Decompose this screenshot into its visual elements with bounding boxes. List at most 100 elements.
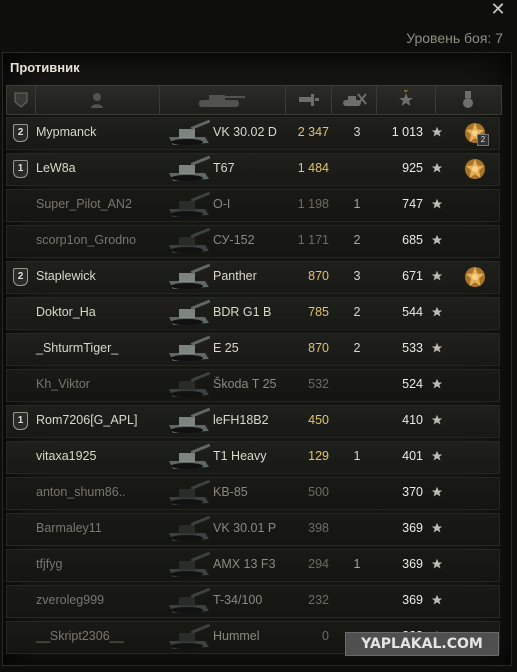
xp-value: 747 [402,197,423,211]
vehicle-icon [169,119,211,145]
vehicle-name: AMX 13 F3 [213,557,276,571]
battle-level-label: Уровень боя: 7 [406,30,503,46]
vehicle-name: Škoda T 25 [213,377,277,391]
damage-value: 2 347 [297,125,329,139]
damage-value: 294 [308,557,329,571]
vehicle-name: T-34/100 [213,593,263,607]
vehicle-name: VK 30.02 D [213,125,277,139]
damage-icon [298,94,319,106]
xp-star-icon [431,234,443,245]
player-name: __Skript2306__ [36,629,124,643]
xp-column-header[interactable]: ⌄ [377,84,436,114]
xp-star-icon [431,162,443,173]
damage-value: 0 [322,629,329,643]
table-row[interactable]: anton_shum86.. KB-85 500 370 [6,477,500,510]
tank-icon [199,95,246,107]
table-row[interactable]: tfjfyg AMX 13 F3 294 1 369 [6,549,500,582]
player-column-header[interactable] [36,86,160,114]
xp-value: 925 [402,161,423,175]
damage-value: 870 [308,341,329,355]
xp-star-icon [431,378,443,389]
kills-value: 3 [353,269,361,283]
player-name: Doktor_Ha [36,305,96,319]
platoon-icon [14,92,28,108]
damage-value: 500 [308,485,329,499]
kills-value: 1 [353,197,361,211]
damage-value: 1 171 [297,233,329,247]
medal-column-header[interactable] [436,86,501,114]
vehicle-icon [169,443,211,469]
table-row[interactable]: Barmaley11 VK 30.01 P 398 369 [6,513,500,546]
table-header: ⌄ [6,84,502,115]
platoon-column-header[interactable] [7,86,36,114]
table-row[interactable]: _ShturmTiger_ E 25 870 2 533 [6,333,500,366]
table-row[interactable]: 1 Rom7206[G_APL] leFH18B2 450 410 [6,405,500,438]
player-name: scorp1on_Grodno [36,233,137,247]
xp-value: 370 [402,485,423,499]
table-row[interactable]: 2 Staplewick Panther 870 3 671 [6,261,500,294]
xp-star-icon [431,594,443,605]
vehicle-name: Panther [213,269,257,283]
table-row[interactable]: Super_Pilot_AN2 O-I 1 198 1 747 [6,189,500,222]
table-row[interactable]: Doktor_Ha BDR G1 B 785 2 544 [6,297,500,330]
medal-icon [465,159,485,179]
player-name: Staplewick [36,269,96,283]
watermark: YAPLAKAL.COM [345,632,499,656]
xp-star-icon [431,342,443,353]
damage-column-header[interactable] [286,86,333,114]
kills-value: 3 [353,125,361,139]
xp-value: 685 [402,233,423,247]
kills-value: 1 [353,557,361,571]
xp-star-icon [431,486,443,497]
xp-value: 524 [402,377,423,391]
xp-value: 671 [402,269,423,283]
table-row[interactable]: zveroleg999 T-34/100 232 369 [6,585,500,618]
vehicle-name: T1 Heavy [213,449,267,463]
vehicle-icon [169,515,211,541]
xp-star-icon [431,198,443,209]
kills-column-header[interactable] [332,86,377,114]
damage-value: 1 198 [297,197,329,211]
xp-value: 369 [402,593,423,607]
player-name: Barmaley11 [36,521,102,535]
kills-value: 2 [353,233,361,247]
damage-value: 450 [308,413,329,427]
platoon-badge: 2 [13,124,28,142]
vehicle-icon [169,479,211,505]
close-icon[interactable]: ✕ [489,0,507,18]
damage-value: 532 [308,377,329,391]
damage-value: 232 [308,593,329,607]
player-icon [91,93,104,108]
xp-value: 533 [402,341,423,355]
sort-arrow-icon: ⌄ [401,84,410,94]
table-row[interactable]: scorp1on_Grodno СУ-152 1 171 2 685 [6,225,500,258]
xp-star-icon [431,522,443,533]
vehicle-icon [169,587,211,613]
vehicle-icon [169,551,211,577]
xp-star-icon [431,450,443,461]
vehicle-name: СУ-152 [213,233,255,247]
platoon-badge: 2 [13,268,28,286]
table-row[interactable]: Kh_Viktor Škoda T 25 532 524 [6,369,500,402]
player-name: vitaxa1925 [36,449,97,463]
kills-icon [343,93,367,106]
xp-value: 369 [402,557,423,571]
platoon-badge: 1 [13,412,28,430]
vehicle-icon [169,335,211,361]
table-row[interactable]: 2 Mypmanck VK 30.02 D 2 347 3 1 013 2 [6,117,500,150]
team-title: Противник [10,60,80,75]
xp-value: 369 [402,521,423,535]
vehicle-icon [169,227,211,253]
xp-star-icon [431,270,443,281]
player-name: zveroleg999 [36,593,105,607]
vehicle-icon [169,299,211,325]
vehicle-name: T67 [213,161,235,175]
vehicle-icon [169,263,211,289]
damage-value: 785 [308,305,329,319]
vehicle-column-header[interactable] [160,86,286,114]
xp-star-icon [431,414,443,425]
table-row[interactable]: 1 LeW8a T67 1 484 925 [6,153,500,186]
platoon-badge: 1 [13,160,28,178]
player-name: Super_Pilot_AN2 [36,197,132,211]
table-row[interactable]: vitaxa1925 T1 Heavy 129 1 401 [6,441,500,474]
